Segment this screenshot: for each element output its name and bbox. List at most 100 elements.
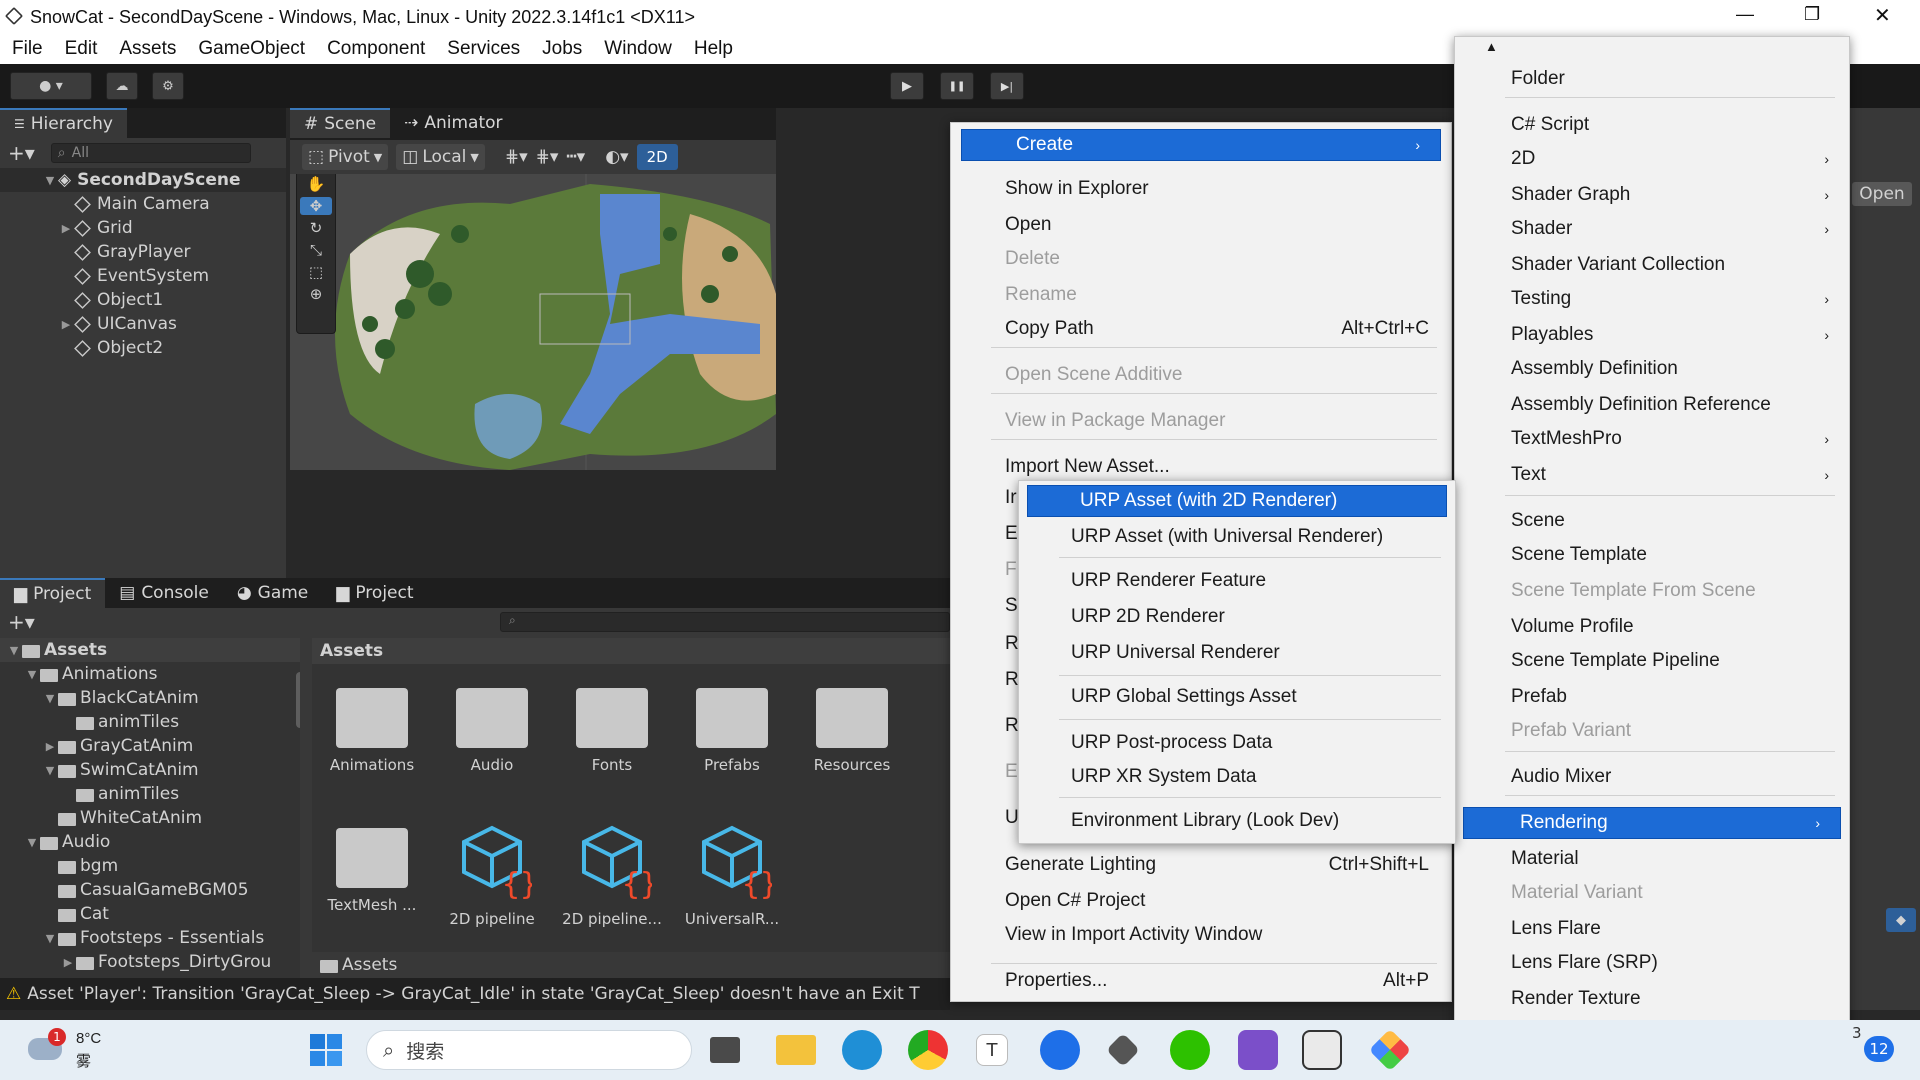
open-button[interactable]: Open <box>1852 182 1912 206</box>
menu-item[interactable]: Copy Path Alt+Ctrl+C <box>951 313 1451 345</box>
menu-item[interactable]: Open <box>951 209 1451 241</box>
tree-item[interactable]: ▼ Assets <box>0 638 300 662</box>
ruler-icon[interactable]: ┅▾ <box>566 147 585 167</box>
account-button[interactable]: ● ▾ <box>10 72 92 100</box>
menu-item[interactable]: C# Script <box>1455 109 1849 141</box>
tree-item[interactable]: ▶ GrayCatAnim <box>0 734 300 758</box>
grid-snap-icon[interactable]: ⋕▾ <box>505 147 528 167</box>
asset-item[interactable]: {} UniversalR... <box>680 820 784 928</box>
menu-item[interactable]: 2D › <box>1455 143 1849 175</box>
asset-item[interactable]: Animations <box>320 680 424 774</box>
unity-editor-icon[interactable] <box>1302 1030 1342 1070</box>
menu-item[interactable]: Shader Variant Collection <box>1455 249 1849 281</box>
menu-edit[interactable]: Edit <box>65 38 98 60</box>
expand-icon[interactable]: ▼ <box>42 174 58 187</box>
tab-game[interactable]: ◕ Game <box>223 578 322 608</box>
menu-item[interactable]: Folder <box>1455 63 1849 95</box>
increment-snap-icon[interactable]: ⋕▾ <box>536 147 559 167</box>
menu-item[interactable]: Lens Flare <box>1455 913 1849 945</box>
local-dropdown[interactable]: ◫ Local ▼ <box>396 144 485 170</box>
scale-tool-icon[interactable]: ⤡ <box>310 241 322 259</box>
typora-icon[interactable]: T <box>976 1034 1008 1066</box>
menu-component[interactable]: Component <box>327 38 425 60</box>
chrome-icon[interactable] <box>908 1030 948 1070</box>
hierarchy-item[interactable]: Object1 <box>0 288 286 312</box>
shading-icon[interactable]: ◐▾ <box>605 147 628 167</box>
menu-item[interactable]: Create › <box>961 129 1441 161</box>
tag-icon[interactable]: ◆ <box>1886 908 1916 932</box>
tree-item[interactable]: CasualGameBGM05 <box>0 878 300 902</box>
menu-jobs[interactable]: Jobs <box>542 38 582 60</box>
taskbar-search[interactable]: ⌕ 搜索 <box>366 1030 692 1070</box>
menu-item[interactable]: Show in Explorer <box>951 173 1451 205</box>
menu-item[interactable]: Playables › <box>1455 319 1849 351</box>
menu-file[interactable]: File <box>12 38 43 60</box>
hierarchy-item[interactable]: Object2 <box>0 336 286 360</box>
expand-icon[interactable]: ▼ <box>24 836 40 849</box>
edge-icon[interactable] <box>842 1030 882 1070</box>
menu-help[interactable]: Help <box>694 38 733 60</box>
move-tool-icon[interactable]: ✥ <box>300 197 332 215</box>
add-button[interactable]: +▾ <box>8 141 35 165</box>
asset-item[interactable]: Prefabs <box>680 680 784 774</box>
hierarchy-item[interactable]: Main Camera <box>0 192 286 216</box>
expand-icon[interactable]: ▼ <box>42 764 58 777</box>
menu-item[interactable]: Scene <box>1455 505 1849 537</box>
menu-item[interactable]: Rendering › <box>1463 807 1841 839</box>
menu-item[interactable]: URP Post-process Data <box>1019 727 1455 759</box>
hierarchy-item[interactable]: EventSystem <box>0 264 286 288</box>
expand-icon[interactable]: ▶ <box>58 222 74 235</box>
menu-item[interactable]: Shader › <box>1455 213 1849 245</box>
tree-item[interactable]: ▼ Audio <box>0 830 300 854</box>
cloud-button[interactable]: ☁ <box>106 72 138 100</box>
tree-item[interactable]: WhiteCatAnim <box>0 806 300 830</box>
scene-view[interactable]: ✋ ✥ ↻ ⤡ ⬚ ⊕ <box>290 174 776 470</box>
collab-button[interactable]: ⚙ <box>152 72 184 100</box>
tab-animator[interactable]: ⇢ Animator <box>390 108 516 138</box>
menu-item[interactable]: Text › <box>1455 459 1849 491</box>
rect-tool-icon[interactable]: ⬚ <box>309 263 323 281</box>
tree-item[interactable]: ▼ Footsteps - Essentials <box>0 926 300 950</box>
menu-services[interactable]: Services <box>447 38 520 60</box>
expand-icon[interactable]: ▼ <box>42 692 58 705</box>
menu-item[interactable]: Material <box>1455 843 1849 875</box>
tree-item[interactable]: animTiles <box>0 782 300 806</box>
pivot-dropdown[interactable]: ⬚ Pivot ▼ <box>302 144 389 170</box>
tree-item[interactable]: bgm <box>0 854 300 878</box>
mode-2d-button[interactable]: 2D <box>636 144 678 170</box>
expand-icon[interactable]: ▼ <box>24 668 40 681</box>
asset-item[interactable]: Audio <box>440 680 544 774</box>
tree-scrollbar[interactable] <box>296 672 300 728</box>
menu-gameobject[interactable]: GameObject <box>198 38 305 60</box>
hand-tool-icon[interactable]: ✋ <box>307 175 326 193</box>
minimize-button[interactable]: — <box>1736 4 1754 25</box>
menu-item[interactable]: Scene Template <box>1455 539 1849 571</box>
hierarchy-item[interactable]: ▶ UICanvas <box>0 312 286 336</box>
menu-assets[interactable]: Assets <box>119 38 176 60</box>
menu-item[interactable]: Prefab <box>1455 681 1849 713</box>
transform-tool-icon[interactable]: ⊕ <box>310 285 323 303</box>
app-icon[interactable] <box>1368 1028 1412 1072</box>
unity-hub-icon[interactable] <box>1106 1033 1140 1067</box>
menu-item[interactable]: URP Universal Renderer <box>1019 637 1455 669</box>
menu-item[interactable]: Assembly Definition Reference <box>1455 389 1849 421</box>
close-button[interactable]: ✕ <box>1874 3 1891 28</box>
hierarchy-search[interactable]: ⌕ All <box>50 143 251 163</box>
tab-hierarchy[interactable]: ☰ Hierarchy <box>0 108 127 138</box>
status-bar[interactable]: ⚠ Asset 'Player': Transition 'GrayCat_Sl… <box>0 978 950 1010</box>
menu-item[interactable]: Environment Library (Look Dev) <box>1019 805 1455 837</box>
expand-icon[interactable]: ▼ <box>6 644 22 657</box>
tree-item[interactable]: animTiles <box>0 710 300 734</box>
menu-item[interactable]: Scene Template Pipeline <box>1455 645 1849 677</box>
scroll-up-icon[interactable]: ▲ <box>1485 39 1498 54</box>
menu-item[interactable]: TextMeshPro › <box>1455 423 1849 455</box>
expand-icon[interactable]: ▼ <box>42 932 58 945</box>
tree-item[interactable]: ▶ Footsteps_DirtyGrou <box>0 950 300 974</box>
menu-item[interactable]: URP XR System Data <box>1019 761 1455 793</box>
file-explorer-icon[interactable] <box>776 1035 816 1065</box>
asset-item[interactable]: {} 2D pipeline <box>440 820 544 928</box>
tab-project-2[interactable]: ▆ Project <box>322 578 427 608</box>
menu-item[interactable]: URP Asset (with 2D Renderer) <box>1027 485 1447 517</box>
asset-item[interactable]: Resources <box>800 680 904 774</box>
maps-icon[interactable] <box>1040 1030 1080 1070</box>
